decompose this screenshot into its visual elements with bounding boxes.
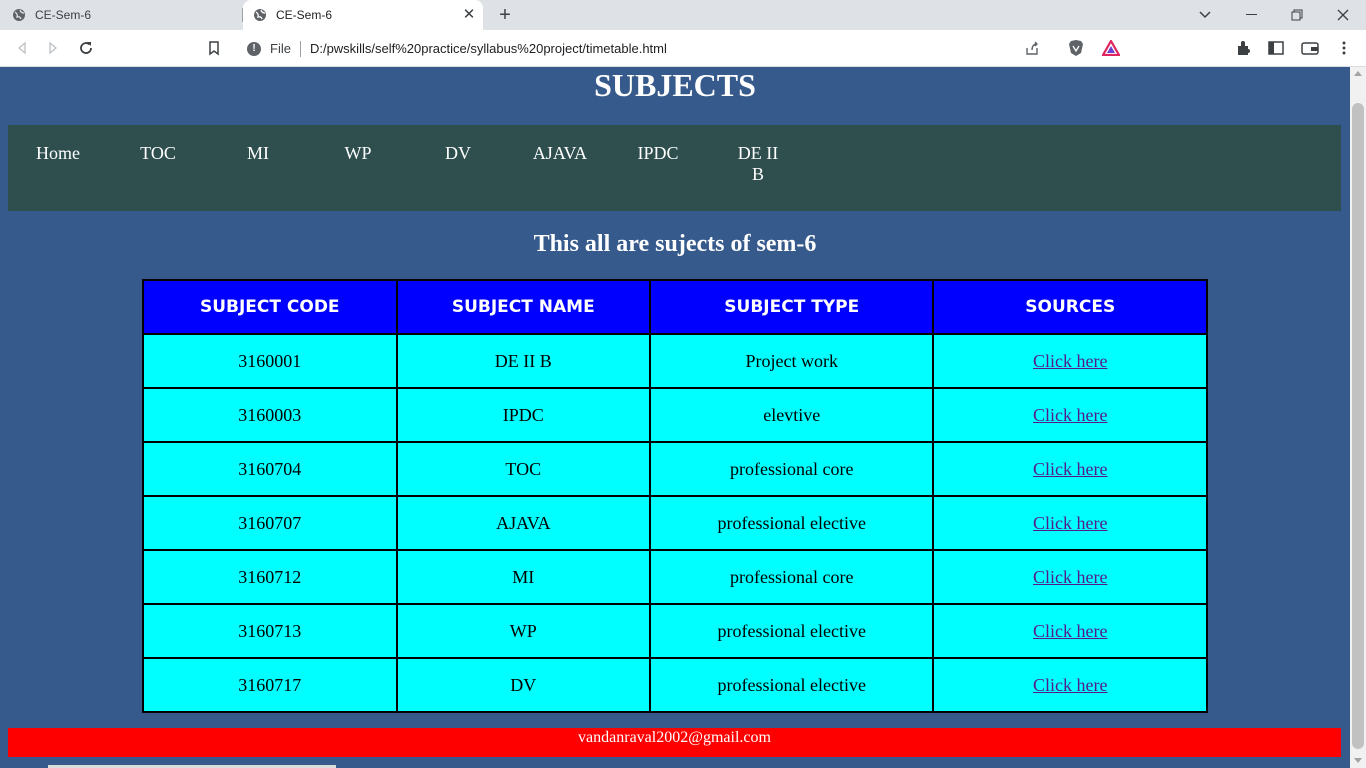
header-sources: SOURCES bbox=[932, 279, 1208, 335]
cell-subject-type: professional core bbox=[649, 441, 935, 497]
cell-source: Click here bbox=[932, 603, 1208, 659]
scroll-up-arrow-icon[interactable] bbox=[1354, 71, 1362, 76]
minimize-icon[interactable] bbox=[1228, 0, 1274, 30]
menu-icon[interactable] bbox=[1334, 38, 1354, 58]
nav-link-mi[interactable]: MI bbox=[208, 143, 308, 164]
cell-source: Click here bbox=[932, 495, 1208, 551]
nav-link-de-ii-b[interactable]: DE II B bbox=[732, 143, 784, 185]
forward-icon[interactable] bbox=[43, 38, 63, 58]
cell-subject-name: AJAVA bbox=[395, 495, 652, 551]
browser-toolbar: ! File D:/pwskills/self%20practice/sylla… bbox=[0, 30, 1366, 67]
cell-subject-code: 3160003 bbox=[142, 387, 398, 443]
table-row: 3160707 AJAVA professional elective Clic… bbox=[142, 495, 1208, 551]
page-title: SUBJECTS bbox=[594, 67, 756, 103]
subjects-table: SUBJECT CODE SUBJECT NAME SUBJECT TYPE S… bbox=[142, 279, 1208, 713]
brave-shield-icon[interactable] bbox=[1066, 38, 1086, 58]
tab-strip: CE-Sem-6 CE-Sem-6 ✕ + bbox=[0, 0, 1366, 30]
bookmark-icon[interactable] bbox=[204, 38, 224, 58]
table-row: 3160712 MI professional core Click here bbox=[142, 549, 1208, 605]
header-subject-code: SUBJECT CODE bbox=[142, 279, 398, 335]
omnibox-divider bbox=[299, 40, 301, 57]
cell-subject-code: 3160717 bbox=[142, 657, 398, 713]
reload-icon[interactable] bbox=[76, 38, 96, 58]
cell-subject-type: professional elective bbox=[649, 657, 935, 713]
browser-tab-1[interactable]: CE-Sem-6 bbox=[0, 0, 242, 30]
globe-icon bbox=[253, 8, 267, 22]
cell-subject-code: 3160707 bbox=[142, 495, 398, 551]
address-bar[interactable]: ! File D:/pwskills/self%20practice/sylla… bbox=[237, 34, 1129, 63]
source-link[interactable]: Click here bbox=[1033, 405, 1107, 425]
page-content: SUBJECTS Home TOC MI WP DV AJAVA IPDC DE… bbox=[0, 67, 1350, 768]
nav-link-ajava[interactable]: AJAVA bbox=[510, 143, 610, 164]
cell-subject-name: WP bbox=[395, 603, 652, 659]
nav-link-ipdc[interactable]: IPDC bbox=[608, 143, 708, 164]
table-row: 3160717 DV professional elective Click h… bbox=[142, 657, 1208, 713]
nav-link-wp[interactable]: WP bbox=[308, 143, 408, 164]
cell-subject-name: DE II B bbox=[395, 333, 652, 389]
cell-subject-code: 3160713 bbox=[142, 603, 398, 659]
cell-source: Click here bbox=[932, 333, 1208, 389]
table-header-row: SUBJECT CODE SUBJECT NAME SUBJECT TYPE S… bbox=[142, 279, 1208, 335]
footer-email: vandanraval2002@gmail.com bbox=[8, 728, 1341, 757]
cell-subject-type: professional elective bbox=[649, 495, 935, 551]
scrollbar-thumb[interactable] bbox=[1352, 103, 1364, 749]
source-link[interactable]: Click here bbox=[1033, 513, 1107, 533]
cell-source: Click here bbox=[932, 441, 1208, 497]
restore-icon[interactable] bbox=[1274, 0, 1320, 30]
brave-rewards-icon[interactable] bbox=[1101, 38, 1121, 58]
nav-link-dv[interactable]: DV bbox=[408, 143, 508, 164]
sidebar-icon[interactable] bbox=[1266, 38, 1286, 58]
tab-title: CE-Sem-6 bbox=[35, 8, 92, 22]
close-window-icon[interactable] bbox=[1320, 0, 1366, 30]
cell-subject-name: IPDC bbox=[395, 387, 652, 443]
source-link[interactable]: Click here bbox=[1033, 351, 1107, 371]
cell-source: Click here bbox=[932, 657, 1208, 713]
source-link[interactable]: Click here bbox=[1033, 459, 1107, 479]
cell-subject-type: elevtive bbox=[649, 387, 935, 443]
table-row: 3160003 IPDC elevtive Click here bbox=[142, 387, 1208, 443]
cell-subject-type: Project work bbox=[649, 333, 935, 389]
browser-tab-2[interactable]: CE-Sem-6 ✕ bbox=[243, 0, 483, 30]
cell-subject-type: professional elective bbox=[649, 603, 935, 659]
source-link[interactable]: Click here bbox=[1033, 567, 1107, 587]
vertical-scrollbar[interactable] bbox=[1350, 67, 1366, 768]
close-tab-icon[interactable]: ✕ bbox=[461, 7, 477, 23]
cell-subject-name: TOC bbox=[395, 441, 652, 497]
url-text[interactable]: D:/pwskills/self%20practice/syllabus%20p… bbox=[310, 41, 667, 56]
table-row: 3160713 WP professional elective Click h… bbox=[142, 603, 1208, 659]
cell-subject-code: 3160712 bbox=[142, 549, 398, 605]
header-subject-name: SUBJECT NAME bbox=[395, 279, 652, 335]
new-tab-icon[interactable]: + bbox=[494, 5, 516, 25]
table-row: 3160001 DE II B Project work Click here bbox=[142, 333, 1208, 389]
wallet-icon[interactable] bbox=[1300, 38, 1320, 58]
subtitle: This all are sujects of sem-6 bbox=[533, 231, 817, 257]
back-icon[interactable] bbox=[12, 38, 32, 58]
navbar: Home TOC MI WP DV AJAVA IPDC DE II B bbox=[8, 125, 1341, 211]
scheme-label: File bbox=[270, 41, 291, 56]
table-row: 3160704 TOC professional core Click here bbox=[142, 441, 1208, 497]
source-link[interactable]: Click here bbox=[1033, 621, 1107, 641]
cell-source: Click here bbox=[932, 549, 1208, 605]
cell-subject-code: 3160704 bbox=[142, 441, 398, 497]
nav-link-home[interactable]: Home bbox=[8, 143, 108, 164]
tab-search-chevron-icon[interactable] bbox=[1182, 0, 1228, 30]
tab-title: CE-Sem-6 bbox=[276, 8, 333, 22]
extensions-icon[interactable] bbox=[1234, 38, 1254, 58]
globe-icon bbox=[12, 8, 26, 22]
source-link[interactable]: Click here bbox=[1033, 675, 1107, 695]
header-subject-type: SUBJECT TYPE bbox=[649, 279, 935, 335]
scroll-down-arrow-icon[interactable] bbox=[1354, 758, 1362, 763]
cell-subject-name: MI bbox=[395, 549, 652, 605]
cell-subject-code: 3160001 bbox=[142, 333, 398, 389]
cell-source: Click here bbox=[932, 387, 1208, 443]
share-icon[interactable] bbox=[1022, 38, 1042, 58]
nav-link-toc[interactable]: TOC bbox=[108, 143, 208, 164]
info-icon[interactable]: ! bbox=[247, 41, 261, 56]
cell-subject-type: professional core bbox=[649, 549, 935, 605]
cell-subject-name: DV bbox=[395, 657, 652, 713]
